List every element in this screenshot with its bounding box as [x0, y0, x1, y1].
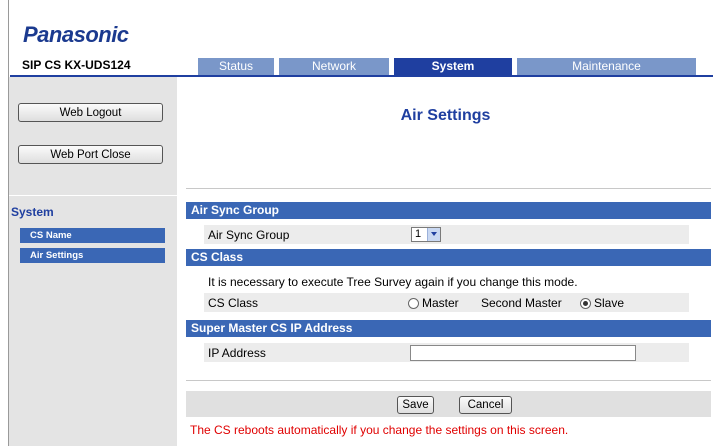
sidebar-divider — [9, 195, 177, 196]
cs-class-note: It is necessary to execute Tree Survey a… — [208, 275, 578, 289]
web-logout-button[interactable]: Web Logout — [18, 103, 163, 122]
section-air-sync-group: Air Sync Group — [186, 202, 711, 219]
tab-system[interactable]: System — [394, 58, 512, 75]
cs-class-second-master-label: Second Master — [481, 296, 562, 310]
main-tab-bar: Status Network System Maintenance — [178, 58, 696, 75]
tab-status[interactable]: Status — [198, 58, 274, 75]
cancel-button[interactable]: Cancel — [459, 396, 512, 414]
cs-class-master-label: Master — [422, 296, 459, 310]
panasonic-logo: Panasonic — [23, 22, 129, 47]
tab-network[interactable]: Network — [279, 58, 389, 75]
tab-maintenance[interactable]: Maintenance — [517, 58, 696, 75]
chevron-down-icon[interactable] — [427, 228, 440, 241]
cs-class-label: CS Class — [208, 296, 259, 310]
ip-address-label: IP Address — [208, 346, 266, 360]
sidebar-section-system: System — [11, 205, 54, 219]
save-button[interactable]: Save — [397, 396, 434, 414]
cs-class-slave-radio[interactable] — [580, 298, 591, 309]
ip-address-input[interactable] — [410, 345, 636, 361]
air-sync-group-select[interactable]: 1 — [411, 227, 441, 242]
divider-bottom — [186, 380, 711, 381]
section-super-master-ip: Super Master CS IP Address — [186, 320, 711, 337]
web-port-close-button[interactable]: Web Port Close — [18, 145, 163, 164]
cs-class-master-radio[interactable] — [408, 298, 419, 309]
air-sync-label: Air Sync Group — [208, 228, 290, 242]
section-cs-class: CS Class — [186, 249, 711, 266]
sidebar-item-cs-name[interactable]: CS Name — [20, 228, 165, 243]
action-bar — [186, 391, 711, 417]
model-name: SIP CS KX-UDS124 — [22, 58, 131, 72]
page-title: Air Settings — [400, 107, 491, 124]
reboot-warning: The CS reboots automatically if you chan… — [190, 423, 569, 437]
air-sync-selected-value: 1 — [415, 228, 422, 240]
cs-class-slave-label: Slave — [594, 296, 625, 310]
sidebar-item-air-settings[interactable]: Air Settings — [20, 248, 165, 263]
divider-top — [186, 188, 711, 189]
